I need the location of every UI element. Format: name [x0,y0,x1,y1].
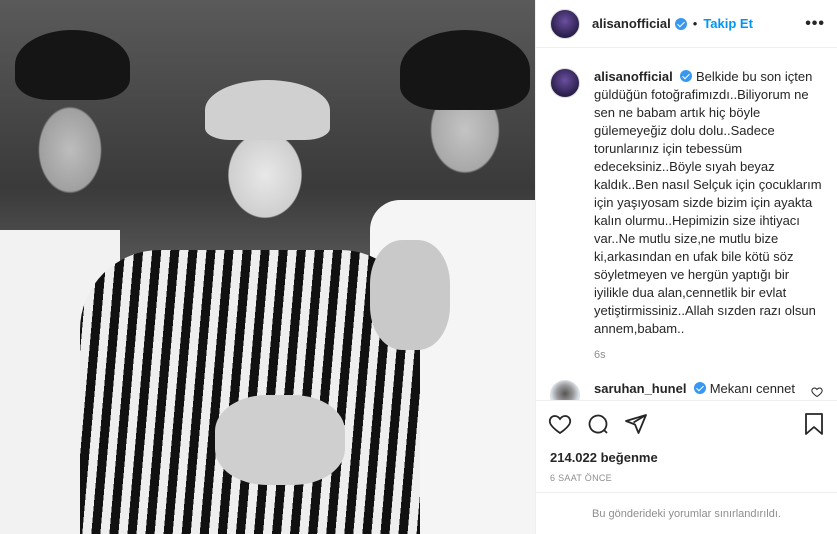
avatar[interactable] [550,380,580,400]
author-username[interactable]: alisanofficial [592,16,671,31]
comment-body: saruhan_hunel Mekanı cennet olsun Rabbim… [594,380,814,400]
caption: alisanofficial Belkide bu son içten güld… [550,68,823,364]
photo-detail [15,30,130,100]
photo-detail [205,80,330,140]
comment-username[interactable]: saruhan_hunel [594,381,686,396]
post-timestamp[interactable]: 6 SAAT ÖNCE [550,473,612,483]
verified-icon [674,17,687,30]
separator: • [692,16,698,31]
caption-body: alisanofficial Belkide bu son içten güld… [594,68,823,364]
share-icon[interactable] [624,412,648,436]
caption-text: Belkide bu son içten güldüğün fotoğrafim… [594,69,822,336]
bookmark-icon[interactable] [803,412,825,436]
action-bar [536,400,837,446]
heart-icon[interactable] [811,386,823,398]
photo-detail [215,395,345,485]
more-icon[interactable]: ••• [805,15,825,33]
avatar[interactable] [550,8,580,39]
post-header: alisanofficial • Takip Et ••• [536,0,837,48]
list-item: saruhan_hunel Mekanı cennet olsun Rabbim… [550,380,823,400]
photo-detail [80,250,420,534]
heart-icon[interactable] [548,412,572,436]
post-photo[interactable] [0,0,535,534]
post-side-panel: alisanofficial • Takip Et ••• alisanoffi… [535,0,837,534]
comment-icon[interactable] [586,412,610,436]
caption-username[interactable]: alisanofficial [594,69,673,84]
follow-button[interactable]: Takip Et [703,16,753,31]
comments-list[interactable]: alisanofficial Belkide bu son içten güld… [536,48,837,400]
photo-detail [370,240,450,350]
comments-limited-notice: Bu gönderideki yorumlar sınırlandırıldı. [536,492,837,534]
verified-icon [680,70,693,82]
likes-count[interactable]: 214.022 beğenme [550,450,658,465]
caption-age[interactable]: 6s [594,346,823,364]
photo-detail [400,30,530,110]
avatar[interactable] [550,68,580,98]
verified-icon [694,382,707,394]
